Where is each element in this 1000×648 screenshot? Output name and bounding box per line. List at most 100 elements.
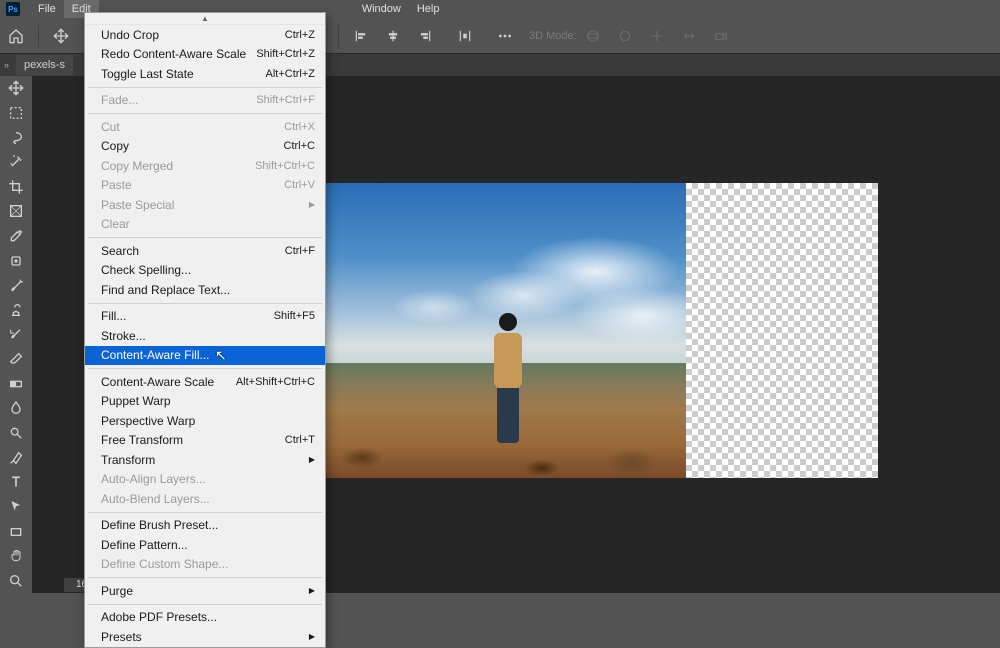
move-tool-icon[interactable] bbox=[47, 22, 75, 50]
app-icon: Ps bbox=[6, 2, 20, 16]
menu-item-paste: PasteCtrl+V bbox=[85, 176, 325, 196]
menu-item-label: Define Custom Shape... bbox=[101, 557, 228, 571]
pen-tool[interactable] bbox=[0, 445, 32, 470]
separator bbox=[38, 25, 39, 47]
history-brush-tool[interactable] bbox=[0, 322, 32, 347]
menu-item-label: Toggle Last State bbox=[101, 67, 194, 81]
menu-item-find-and-replace-text[interactable]: Find and Replace Text... bbox=[85, 280, 325, 300]
menu-file[interactable]: File bbox=[30, 0, 64, 18]
home-button[interactable] bbox=[2, 22, 30, 50]
rectangle-tool[interactable] bbox=[0, 519, 32, 544]
more-options-icon[interactable] bbox=[491, 22, 519, 50]
menu-item-label: Copy Merged bbox=[101, 159, 173, 173]
separator bbox=[338, 25, 339, 47]
menu-item-copy[interactable]: CopyCtrl+C bbox=[85, 137, 325, 157]
menu-scroll-up-icon[interactable]: ▲ bbox=[85, 13, 325, 25]
menu-item-paste-special: Paste Special bbox=[85, 195, 325, 215]
menu-item-shortcut: Shift+F5 bbox=[274, 310, 315, 322]
menu-item-label: Undo Crop bbox=[101, 28, 159, 42]
menu-separator bbox=[88, 368, 322, 369]
menu-item-shortcut: Alt+Shift+Ctrl+C bbox=[236, 376, 315, 388]
menu-item-fill[interactable]: Fill... Shift+F5 bbox=[85, 307, 325, 327]
menu-item-presets[interactable]: Presets bbox=[85, 627, 325, 647]
menu-item-shortcut: Shift+Ctrl+F bbox=[256, 94, 315, 106]
menu-item-label: Perspective Warp bbox=[101, 414, 195, 428]
options-right-group: 3D Mode: bbox=[332, 22, 737, 50]
menu-separator bbox=[88, 113, 322, 114]
menu-item-toggle-last-state[interactable]: Toggle Last StateAlt+Ctrl+Z bbox=[85, 64, 325, 84]
menu-item-shortcut: Ctrl+Z bbox=[285, 29, 315, 41]
menu-item-label: Clear bbox=[101, 217, 130, 231]
menu-item-free-transform[interactable]: Free Transform Ctrl+T bbox=[85, 431, 325, 451]
menu-item-label: Free Transform bbox=[101, 433, 183, 447]
menu-item-redo-content-aware-scale[interactable]: Redo Content-Aware Scale Shift+Ctrl+Z bbox=[85, 45, 325, 65]
menu-item-search[interactable]: SearchCtrl+F bbox=[85, 241, 325, 261]
document-canvas[interactable] bbox=[326, 183, 878, 478]
menu-item-label: Transform bbox=[101, 453, 155, 467]
toolbox bbox=[0, 76, 32, 593]
menu-item-transform[interactable]: Transform bbox=[85, 450, 325, 470]
marquee-tool[interactable] bbox=[0, 101, 32, 126]
menu-item-label: Adobe PDF Presets... bbox=[101, 610, 217, 624]
menu-item-purge[interactable]: Purge bbox=[85, 581, 325, 601]
3d-mode-label: 3D Mode: bbox=[529, 30, 577, 42]
menu-item-perspective-warp[interactable]: Perspective Warp bbox=[85, 411, 325, 431]
menu-item-label: Stroke... bbox=[101, 329, 146, 343]
tab-scroll-icon[interactable]: » bbox=[4, 60, 16, 70]
menu-item-shortcut: Shift+Ctrl+Z bbox=[256, 48, 315, 60]
menu-separator bbox=[88, 512, 322, 513]
menu-separator bbox=[88, 237, 322, 238]
menu-item-fade: Fade...Shift+Ctrl+F bbox=[85, 91, 325, 111]
type-tool[interactable] bbox=[0, 470, 32, 495]
menu-item-undo-crop[interactable]: Undo Crop Ctrl+Z bbox=[85, 25, 325, 45]
lasso-tool[interactable] bbox=[0, 125, 32, 150]
eraser-tool[interactable] bbox=[0, 347, 32, 372]
menu-help[interactable]: Help bbox=[409, 0, 448, 18]
distribute-icon[interactable] bbox=[451, 22, 479, 50]
menu-item-label: Find and Replace Text... bbox=[101, 283, 230, 297]
healing-brush-tool[interactable] bbox=[0, 248, 32, 273]
menu-item-content-aware-scale[interactable]: Content-Aware ScaleAlt+Shift+Ctrl+C bbox=[85, 372, 325, 392]
menu-item-adobe-pdf-presets[interactable]: Adobe PDF Presets... bbox=[85, 608, 325, 628]
camera-3d-icon bbox=[707, 22, 735, 50]
menu-item-shortcut: Ctrl+C bbox=[284, 140, 315, 152]
menu-item-content-aware-fill: Content-Aware Fill...↖ bbox=[85, 346, 325, 366]
magic-wand-tool[interactable] bbox=[0, 150, 32, 175]
menu-item-shortcut: Ctrl+T bbox=[285, 434, 315, 446]
menu-separator bbox=[88, 87, 322, 88]
image-content bbox=[326, 183, 686, 478]
move-tool[interactable] bbox=[0, 76, 32, 101]
frame-tool[interactable] bbox=[0, 199, 32, 224]
menu-item-puppet-warp[interactable]: Puppet Warp bbox=[85, 392, 325, 412]
menu-item-label: Auto-Blend Layers... bbox=[101, 492, 210, 506]
menu-item-copy-merged: Copy MergedShift+Ctrl+C bbox=[85, 156, 325, 176]
menu-item-label: Fill... bbox=[101, 309, 126, 323]
menu-window[interactable]: Window bbox=[354, 0, 409, 18]
eyedropper-tool[interactable] bbox=[0, 224, 32, 249]
menu-item-auto-align-layers: Auto-Align Layers... bbox=[85, 470, 325, 490]
dodge-tool[interactable] bbox=[0, 421, 32, 446]
menu-item-label: Redo Content-Aware Scale bbox=[101, 47, 246, 61]
align-right-icon[interactable] bbox=[411, 22, 439, 50]
orbit-3d-icon bbox=[579, 22, 607, 50]
hand-tool[interactable] bbox=[0, 544, 32, 569]
menu-item-label: Search bbox=[101, 244, 139, 258]
align-left-icon[interactable] bbox=[347, 22, 375, 50]
menu-item-label: Cut bbox=[101, 120, 120, 134]
menu-item-label: Define Pattern... bbox=[101, 538, 188, 552]
align-hcenter-icon[interactable] bbox=[379, 22, 407, 50]
menu-separator bbox=[88, 303, 322, 304]
path-selection-tool[interactable] bbox=[0, 495, 32, 520]
menu-item-define-brush-preset[interactable]: Define Brush Preset... bbox=[85, 516, 325, 536]
crop-tool[interactable] bbox=[0, 175, 32, 200]
menu-item-check-spelling[interactable]: Check Spelling... bbox=[85, 261, 325, 281]
brush-tool[interactable] bbox=[0, 273, 32, 298]
menu-item-define-pattern[interactable]: Define Pattern... bbox=[85, 535, 325, 555]
gradient-tool[interactable] bbox=[0, 372, 32, 397]
menu-item-stroke[interactable]: Stroke... bbox=[85, 326, 325, 346]
menu-item-label: Paste Special bbox=[101, 198, 174, 212]
document-tab[interactable]: pexels-s bbox=[16, 55, 73, 75]
clone-stamp-tool[interactable] bbox=[0, 298, 32, 323]
zoom-tool[interactable] bbox=[0, 569, 32, 594]
blur-tool[interactable] bbox=[0, 396, 32, 421]
